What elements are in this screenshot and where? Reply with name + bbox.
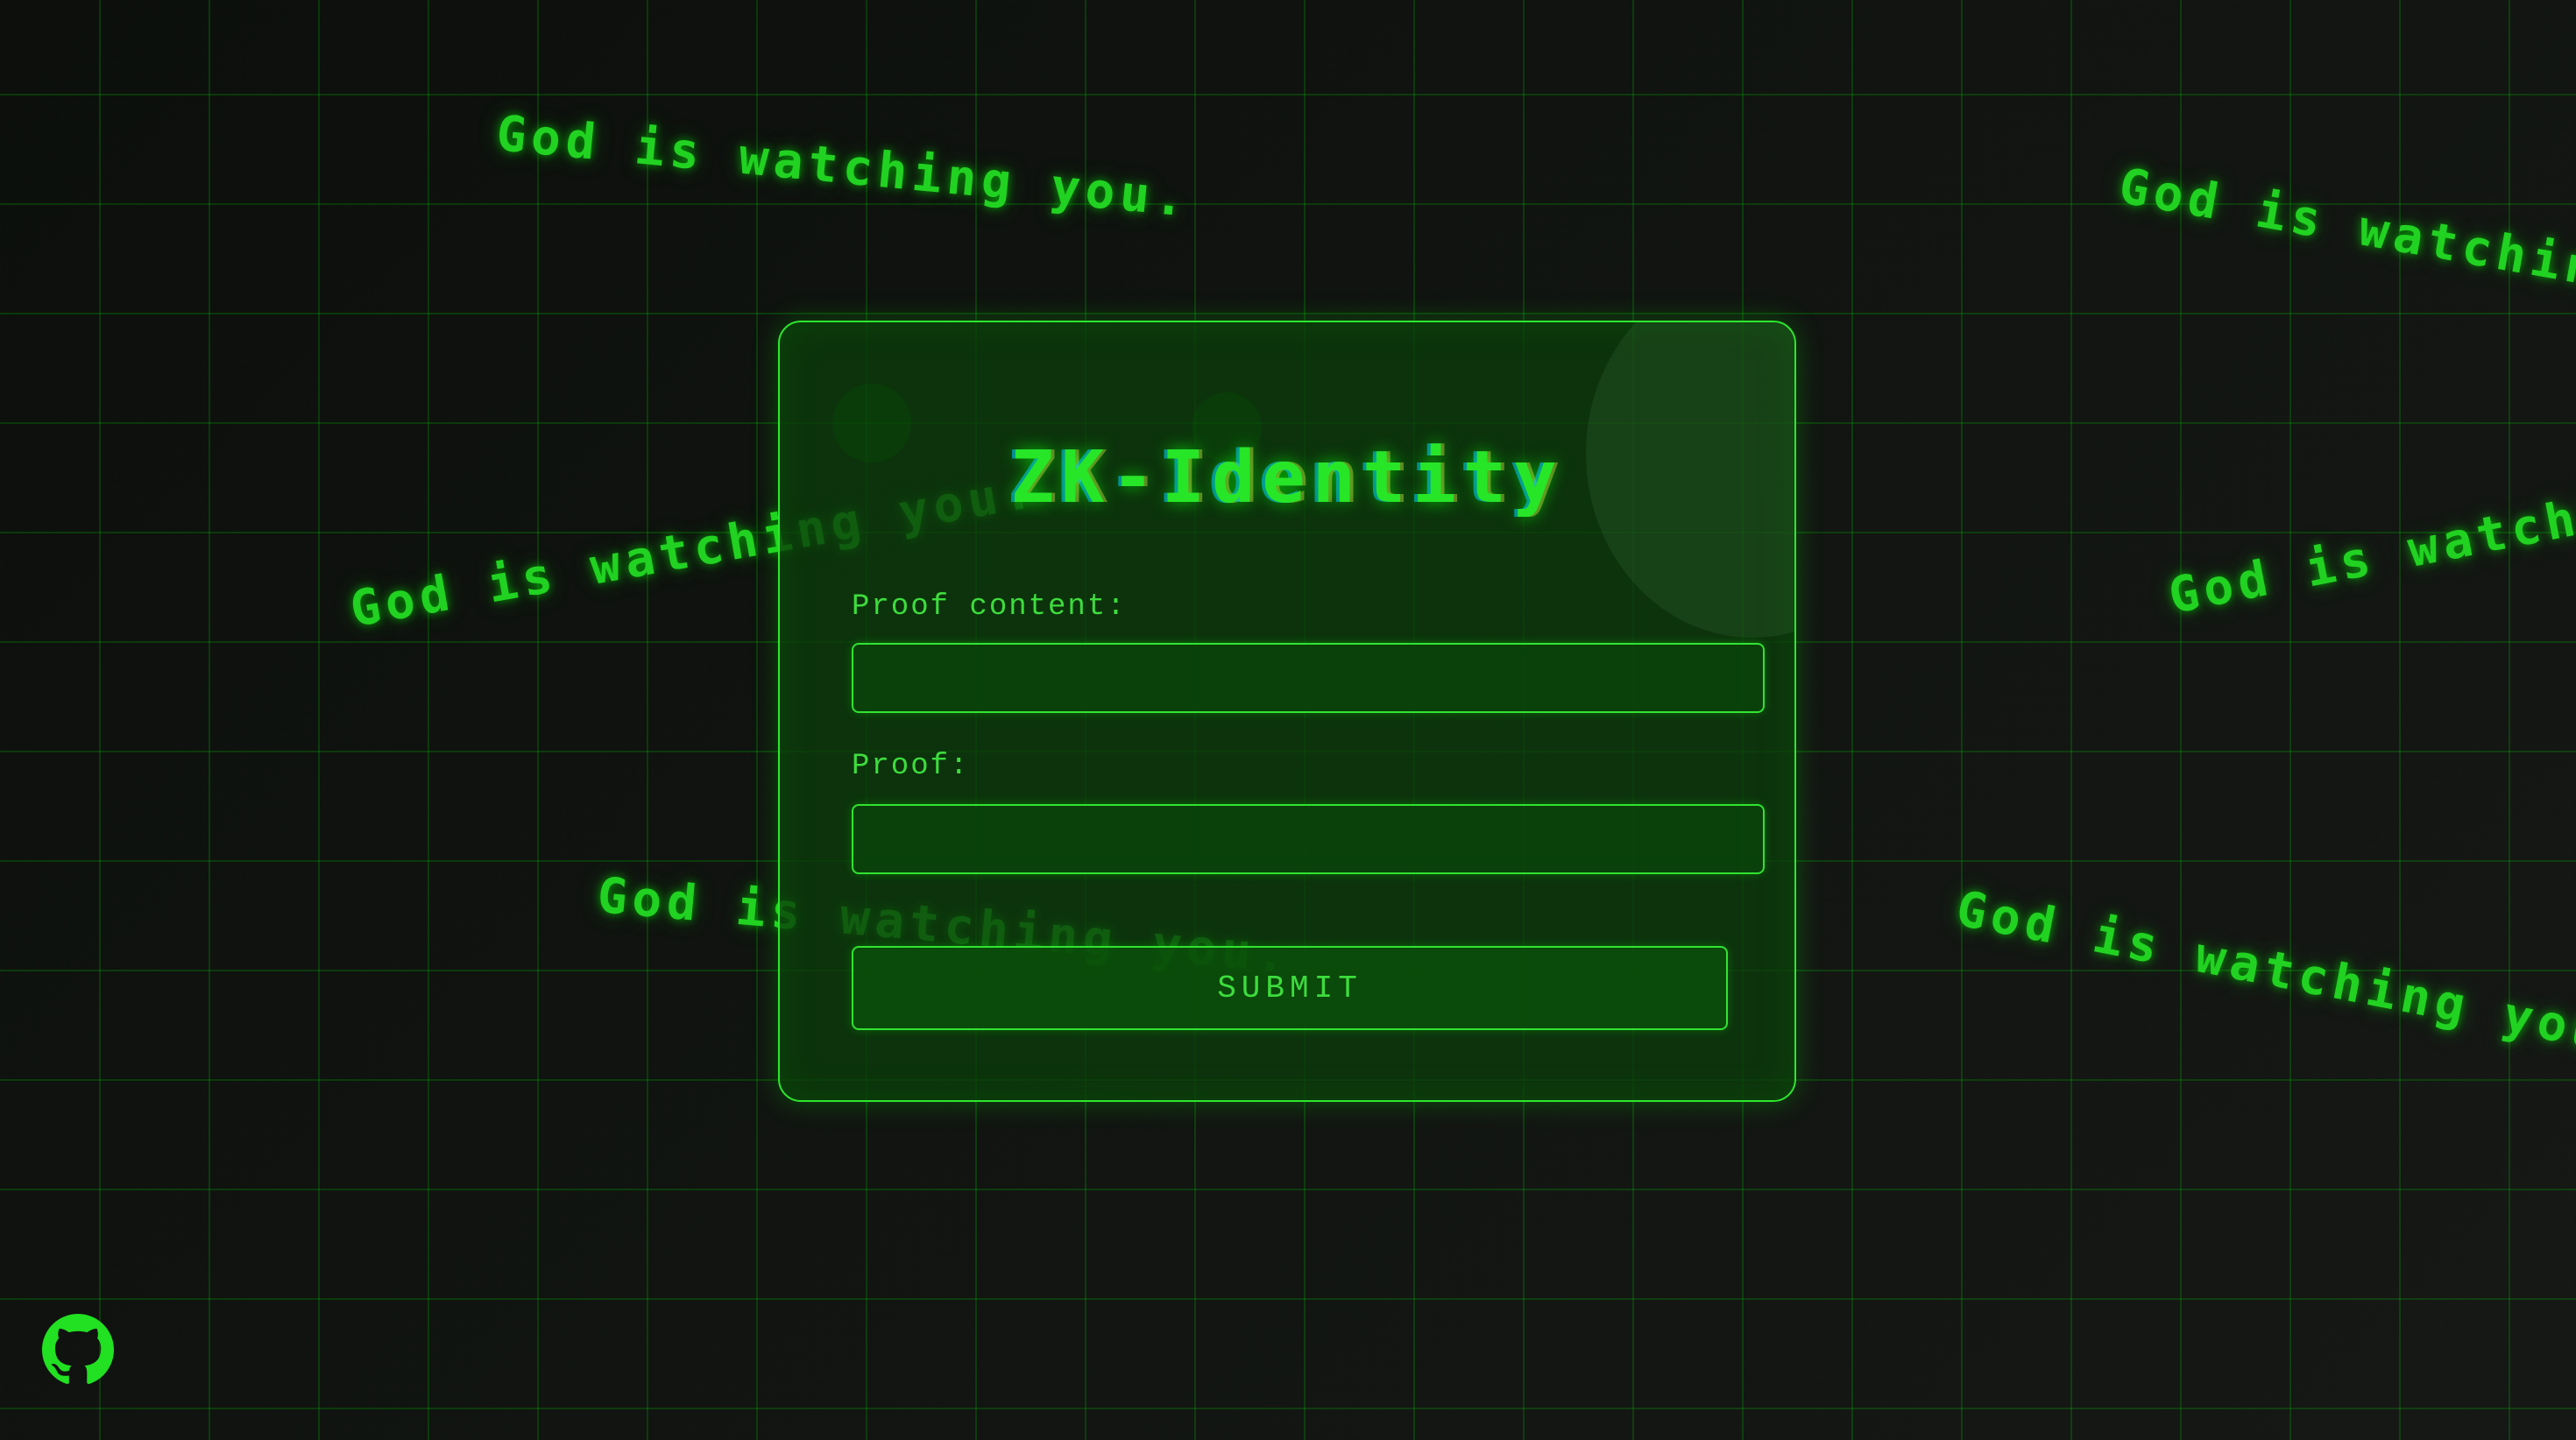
proof-content-label: Proof content: bbox=[852, 590, 1127, 624]
github-icon bbox=[42, 1314, 114, 1384]
proof-input[interactable] bbox=[852, 804, 1765, 874]
identity-card: ZK-Identity Proof content: Proof: SUBMIT bbox=[778, 321, 1796, 1102]
watermark-text: God is watching you. bbox=[493, 105, 1192, 229]
github-link[interactable] bbox=[42, 1314, 114, 1386]
watermark-text: God is watching you. bbox=[2114, 158, 2576, 335]
watermark-text: God is watching you. bbox=[2164, 436, 2576, 625]
page-title: ZK-Identity bbox=[1010, 436, 1564, 519]
submit-button[interactable]: SUBMIT bbox=[852, 946, 1728, 1030]
proof-content-input[interactable] bbox=[852, 643, 1765, 713]
watermark-text: God is watching you. bbox=[1951, 880, 2576, 1069]
proof-label: Proof: bbox=[852, 750, 970, 783]
